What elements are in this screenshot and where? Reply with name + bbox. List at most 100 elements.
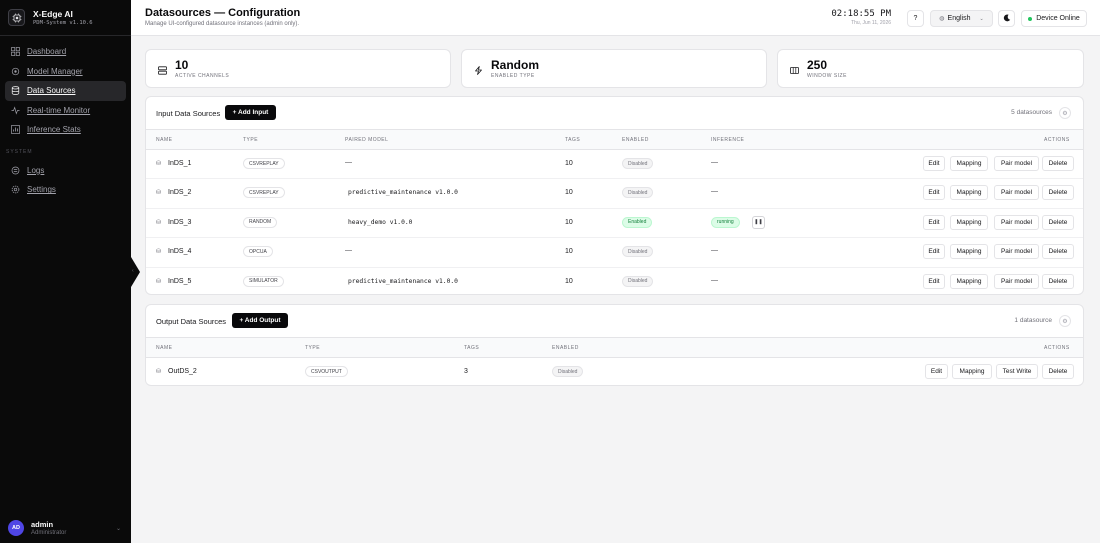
add-input-button[interactable]: + Add Input xyxy=(225,105,276,120)
table-row: ⛁ InDS_2 CSVREPLAY predictive_maintenance… xyxy=(146,179,1083,209)
edit-button[interactable]: Edit xyxy=(923,185,945,201)
sidebar-item-label: Inference Stats xyxy=(27,125,81,135)
datasource-name-text: InDS_5 xyxy=(168,277,192,285)
inference-status: — xyxy=(711,188,718,196)
datasource-name: ⛁ InDS_1 xyxy=(156,160,191,167)
edit-button[interactable]: Edit xyxy=(923,156,945,171)
settings-icon[interactable]: ⚙ xyxy=(1059,315,1071,327)
output-count: 1 datasource xyxy=(1014,317,1052,324)
delete-button[interactable]: Delete xyxy=(1042,214,1074,230)
sidebar-item-logs[interactable]: Logs xyxy=(5,161,126,181)
stat-value: 10 xyxy=(175,58,189,72)
page-subtitle: Manage UI-configured datasource instance… xyxy=(145,21,300,27)
mapping-button[interactable]: Mapping xyxy=(950,244,988,260)
type-chip: CSVOUTPUT xyxy=(305,366,348,377)
sidebar-section-system: SYSTEM xyxy=(6,148,33,155)
column-header-actions: Actions xyxy=(1044,345,1070,351)
datasource-name-text: InDS_2 xyxy=(168,189,192,197)
sidebar-item-dashboard[interactable]: Dashboard xyxy=(5,42,126,62)
status-badge[interactable]: Disabled xyxy=(622,275,654,287)
mapping-button[interactable]: Mapping xyxy=(950,156,988,171)
column-header-inference: Inference xyxy=(711,137,745,143)
model-icon xyxy=(11,67,20,76)
column-header-paired-model: Paired Model xyxy=(345,137,389,143)
status-badge[interactable]: Disabled xyxy=(622,158,654,169)
datasource-name-text: OutDS_2 xyxy=(168,368,197,375)
test-write-button[interactable]: Test Write xyxy=(996,364,1038,379)
pair-model-button[interactable]: Pair model xyxy=(994,244,1039,260)
mapping-button[interactable]: Mapping xyxy=(952,364,992,379)
inference-status: running xyxy=(711,216,740,228)
status-dot-icon xyxy=(1028,16,1033,21)
edit-button[interactable]: Edit xyxy=(923,214,945,230)
mapping-button[interactable]: Mapping xyxy=(950,185,988,201)
server-icon xyxy=(158,66,167,75)
type-chip: SIMULATOR xyxy=(243,275,284,287)
dashboard-icon xyxy=(11,47,20,57)
table-row: ⛁ InDS_4 OPCUA — 10 Disabled — Edit Mappi… xyxy=(146,238,1083,268)
stat-card-window-size: 250 Window Size xyxy=(777,49,1084,88)
stat-card-enabled-type: Random Enabled Type xyxy=(461,49,767,88)
settings-icon xyxy=(11,185,20,194)
delete-button[interactable]: Delete xyxy=(1042,244,1074,260)
pair-model-button[interactable]: Pair model xyxy=(994,185,1039,201)
user-menu[interactable]: AD admin Administrator ⌄ xyxy=(0,513,131,543)
brand[interactable]: X-Edge AI PDM-System v1.10.6 xyxy=(0,0,131,36)
language-select[interactable]: ◍ English ⌄ xyxy=(930,10,993,27)
edit-button[interactable]: Edit xyxy=(923,244,945,260)
pause-icon[interactable]: ❚❚ xyxy=(752,215,765,229)
datasource-name-text: InDS_1 xyxy=(168,160,192,167)
column-header-name: Name xyxy=(156,345,173,351)
database-icon xyxy=(11,86,20,96)
stat-label: Window Size xyxy=(807,73,847,79)
activity-icon xyxy=(11,106,20,115)
status-badge[interactable]: Disabled xyxy=(622,187,654,199)
language-value: English xyxy=(947,15,971,22)
user-role: Administrator xyxy=(31,529,67,536)
mapping-button[interactable]: Mapping xyxy=(950,214,988,230)
settings-icon[interactable]: ⚙ xyxy=(1059,107,1071,119)
device-status-label: Device Online xyxy=(1036,15,1080,22)
top-bar: Datasources — Configuration Manage UI-co… xyxy=(131,0,1100,36)
pair-model-button[interactable]: Pair model xyxy=(994,273,1039,289)
delete-button[interactable]: Delete xyxy=(1042,364,1074,379)
tags-count: 10 xyxy=(565,218,573,226)
edit-button[interactable]: Edit xyxy=(925,364,948,379)
stat-value: 250 xyxy=(807,58,828,72)
sidebar-item-settings[interactable]: Settings xyxy=(5,180,126,200)
sidebar-collapse-handle[interactable]: ‹ xyxy=(131,257,140,287)
pair-model-button[interactable]: Pair model xyxy=(994,156,1039,171)
stat-label: Active Channels xyxy=(175,73,230,79)
chevron-left-icon: ‹ xyxy=(132,268,134,274)
column-header-enabled: Enabled xyxy=(552,345,579,351)
paired-model: heavy_demo v1.0.0 xyxy=(348,218,413,226)
delete-button[interactable]: Delete xyxy=(1042,273,1074,289)
sidebar-item-model-manager[interactable]: Model Manager xyxy=(5,62,126,82)
datasource-name-text: InDS_4 xyxy=(168,248,192,256)
theme-toggle-button[interactable] xyxy=(998,10,1015,27)
add-output-button[interactable]: + Add Output xyxy=(232,313,288,328)
paired-model: — xyxy=(345,159,352,166)
mapping-button[interactable]: Mapping xyxy=(950,273,988,289)
stat-label: Enabled Type xyxy=(491,73,535,79)
help-button[interactable]: ? xyxy=(907,10,924,27)
sidebar-item-data-sources[interactable]: Data Sources xyxy=(5,81,126,101)
status-badge[interactable]: Enabled xyxy=(622,216,653,228)
delete-button[interactable]: Delete xyxy=(1042,156,1074,171)
status-badge[interactable]: Disabled xyxy=(622,246,654,258)
moon-icon xyxy=(1003,14,1011,24)
sidebar-item-label: Data Sources xyxy=(27,86,76,96)
paired-model: — xyxy=(345,247,352,255)
database-icon: ⛁ xyxy=(156,190,162,197)
pair-model-button[interactable]: Pair model xyxy=(994,214,1039,230)
sidebar-item-inference-stats[interactable]: Inference Stats xyxy=(5,120,126,140)
database-icon: ⛁ xyxy=(156,161,162,167)
status-badge[interactable]: Disabled xyxy=(552,366,584,377)
edit-button[interactable]: Edit xyxy=(923,273,945,289)
delete-button[interactable]: Delete xyxy=(1042,185,1074,201)
sidebar-nav: Dashboard Model Manager Data Sources Rea… xyxy=(0,36,131,200)
datasource-name: ⛁ InDS_3 xyxy=(156,219,191,226)
sidebar: X-Edge AI PDM-System v1.10.6 Dashboard M… xyxy=(0,0,131,543)
device-status: Device Online xyxy=(1021,10,1087,27)
sidebar-item-real-time-monitor[interactable]: Real-time Monitor xyxy=(5,101,126,121)
